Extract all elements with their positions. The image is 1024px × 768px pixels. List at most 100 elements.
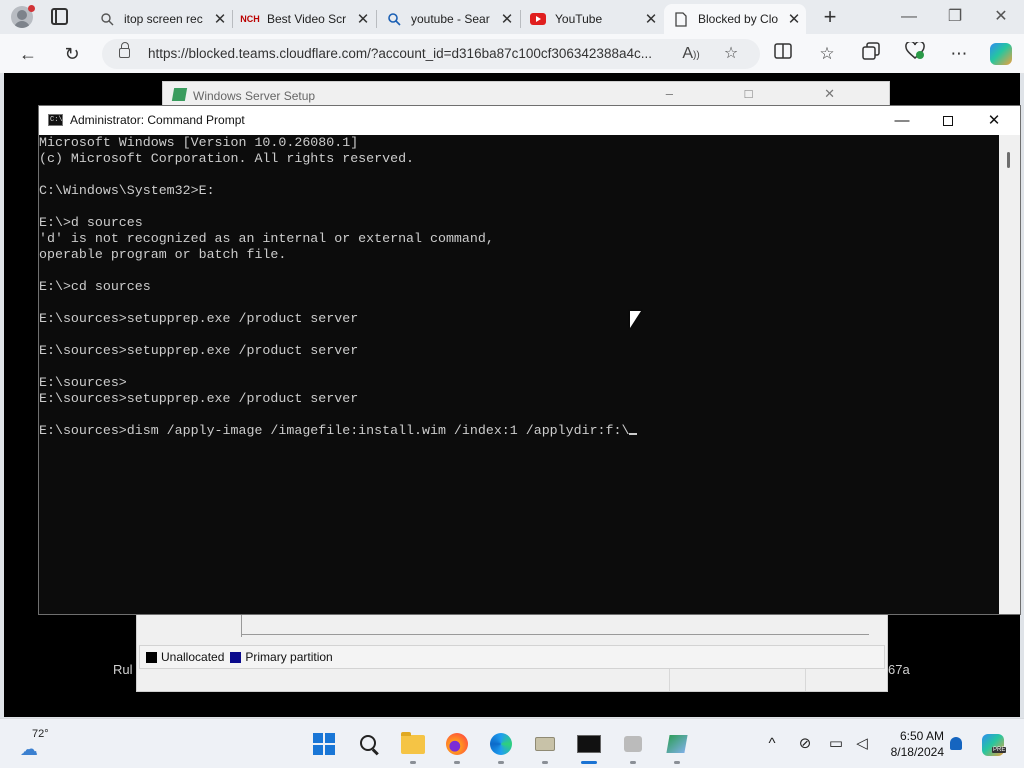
browser-essentials-icon[interactable]	[903, 40, 927, 66]
taskbar-firefox[interactable]	[442, 729, 472, 759]
console-line: 'd' is not recognized as an internal or …	[39, 231, 494, 246]
cmd-scrollbar[interactable]	[999, 135, 1020, 614]
legend-primary-label: Primary partition	[245, 650, 333, 664]
browser-tab-strip: itop screen rec ✕ NCH Best Video Scr ✕ y…	[0, 0, 1024, 34]
favorite-star-icon[interactable]: ☆	[720, 44, 742, 64]
console-line: E:\sources>	[39, 375, 127, 390]
screen: itop screen rec ✕ NCH Best Video Scr ✕ y…	[0, 0, 1024, 768]
new-tab-button[interactable]: +	[817, 4, 843, 30]
cmd-window-title: Administrator: Command Prompt	[70, 113, 245, 127]
partition-legend: Unallocated Primary partition	[139, 645, 885, 669]
cmd-title-bar[interactable]: C:\ Administrator: Command Prompt — ✕	[39, 106, 1020, 135]
console-line: (c) Microsoft Corporation. All rights re…	[39, 151, 415, 166]
refresh-icon[interactable]: ↻	[59, 41, 85, 67]
page-icon	[673, 11, 689, 27]
lock-icon[interactable]	[119, 42, 130, 58]
volume-icon[interactable]: ◁	[852, 734, 872, 754]
weather-widget[interactable]: 72° ☁	[18, 727, 52, 761]
primary-partition-swatch	[230, 651, 242, 663]
close-tab-icon[interactable]: ✕	[639, 10, 663, 28]
running-indicator	[542, 761, 548, 764]
cmd-console-output[interactable]: Microsoft Windows [Version 10.0.26080.1]…	[39, 135, 999, 614]
partition-table-footer	[137, 669, 889, 691]
cmd-minimize-button[interactable]: —	[879, 106, 925, 135]
display-icon[interactable]: ▭	[826, 734, 846, 754]
more-options-icon[interactable]: ⋯	[947, 42, 971, 66]
windows-logo-icon	[313, 733, 335, 755]
start-button[interactable]	[309, 729, 339, 759]
running-indicator	[674, 761, 680, 764]
profile-status-dot	[28, 5, 35, 12]
minimize-icon[interactable]: —	[886, 4, 932, 30]
console-line: operable program or batch file.	[39, 247, 287, 262]
system-clock[interactable]: 6:50 AM 8/18/2024	[878, 728, 944, 760]
console-line: E:\sources>setupprep.exe /product server	[39, 391, 359, 406]
chevron-up-icon[interactable]: ^	[762, 734, 782, 754]
tab-1[interactable]: itop screen rec ✕	[90, 4, 232, 34]
taskbar-search-button[interactable]	[354, 729, 384, 759]
collections-icon[interactable]	[859, 42, 883, 66]
taskbar-app-1[interactable]	[530, 729, 560, 759]
close-tab-icon[interactable]: ✕	[351, 10, 375, 28]
tab-actions-icon[interactable]	[51, 8, 68, 25]
command-prompt-window[interactable]: C:\ Administrator: Command Prompt — ✕ Mi…	[38, 105, 1021, 615]
text-cursor	[629, 433, 638, 435]
taskbar-command-prompt[interactable]	[574, 729, 604, 759]
search-icon	[359, 734, 379, 754]
clock-date: 8/18/2024	[890, 745, 944, 759]
tab-title: YouTube	[555, 12, 603, 26]
weather-cloud-icon: ☁	[20, 739, 38, 759]
close-tab-icon[interactable]: ✕	[208, 10, 232, 28]
console-line: E:\sources>setupprep.exe /product server	[39, 311, 359, 326]
taskbar-app-2[interactable]	[618, 729, 648, 759]
browser-toolbar: ← ↻ https://blocked.teams.cloudflare.com…	[0, 34, 1024, 74]
address-bar[interactable]: https://blocked.teams.cloudflare.com/?ac…	[102, 39, 760, 69]
running-indicator	[454, 761, 460, 764]
legend-unallocated-label: Unallocated	[161, 650, 225, 664]
tab-title: youtube - Sear	[411, 12, 490, 26]
taskbar-edge[interactable]	[486, 729, 516, 759]
restore-icon[interactable]: ❐	[932, 4, 978, 30]
partition-panel: Unallocated Primary partition	[136, 612, 888, 692]
favorites-icon[interactable]: ☆	[815, 42, 839, 66]
console-line: E:\>d sources	[39, 215, 143, 230]
taskbar-setup[interactable]	[662, 729, 692, 759]
clock-time: 6:50 AM	[899, 729, 944, 743]
url-text[interactable]: https://blocked.teams.cloudflare.com/?ac…	[148, 46, 678, 61]
network-disconnected-icon[interactable]: ⊘	[795, 734, 815, 754]
running-indicator	[630, 761, 636, 764]
close-tab-icon[interactable]: ✕	[782, 10, 806, 28]
tab-title: itop screen rec	[124, 12, 203, 26]
cmd-app-icon: C:\	[48, 114, 63, 126]
tab-4[interactable]: YouTube ✕	[521, 4, 663, 34]
taskbar-file-explorer[interactable]	[398, 729, 428, 759]
console-line: E:\sources>setupprep.exe /product server	[39, 343, 359, 358]
cmd-maximize-button[interactable]	[925, 106, 971, 135]
cmd-close-button[interactable]: ✕	[971, 106, 1017, 135]
close-tab-icon[interactable]: ✕	[495, 10, 519, 28]
partition-baseline	[241, 634, 869, 635]
remote-side-text-right: 67a	[888, 662, 910, 677]
split-screen-icon[interactable]	[771, 42, 795, 66]
notification-bell-icon[interactable]	[950, 737, 962, 750]
folder-icon	[401, 731, 425, 754]
read-aloud-icon[interactable]: A))	[680, 44, 702, 64]
tab-title: Best Video Scr	[267, 12, 347, 26]
close-icon[interactable]: ✕	[978, 4, 1024, 30]
console-line: E:\sources>dism /apply-image /imagefile:…	[39, 423, 999, 439]
back-arrow-icon[interactable]: ←	[15, 41, 41, 67]
cell-divider	[669, 669, 670, 691]
console-line: E:\>cd sources	[39, 279, 151, 294]
firefox-icon	[446, 733, 468, 755]
cmd-scrollbar-thumb[interactable]	[1007, 152, 1010, 168]
copilot-icon[interactable]	[990, 43, 1012, 65]
youtube-logo-icon	[530, 11, 546, 27]
cell-divider	[805, 669, 806, 691]
tab-2[interactable]: NCH Best Video Scr ✕	[233, 4, 375, 34]
tab-5-active[interactable]: Blocked by Clo ✕	[664, 4, 806, 34]
tab-3[interactable]: youtube - Sear ✕	[377, 4, 519, 34]
